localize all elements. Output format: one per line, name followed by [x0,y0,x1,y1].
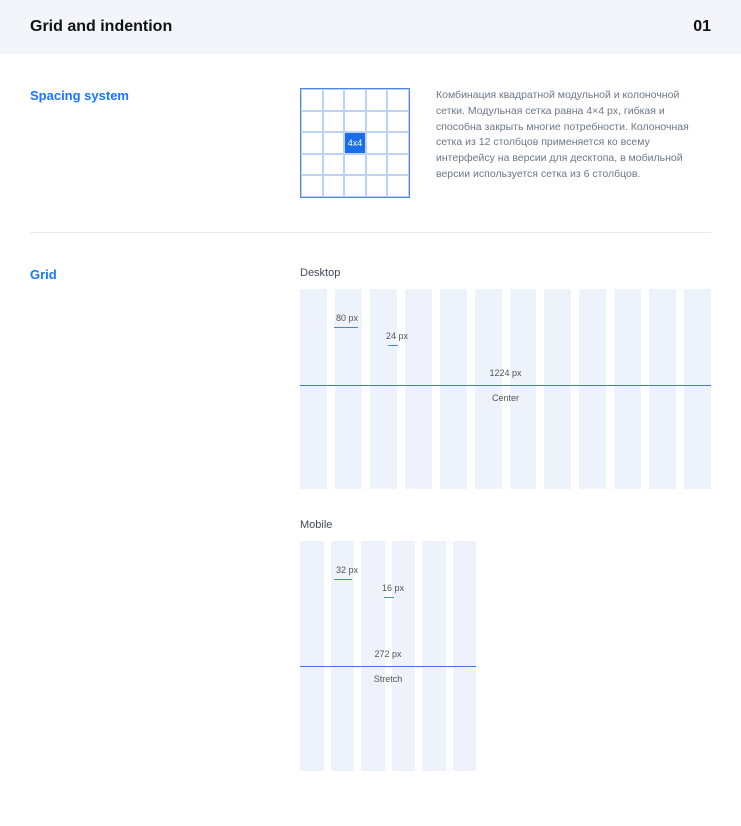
mobile-total: 272 px [374,649,401,659]
mobile-col-width: 32 px [336,565,358,575]
section-spacing: Spacing system 4x4 Комбинация квадратной… [0,54,741,232]
desktop-col-width: 80 px [336,313,358,323]
grid-desktop-visual: 4 px 80 px 24 px 1224 px Center [300,289,711,489]
grid-mobile: Mobile 4 px 32 px 16 px 272 px [300,519,711,771]
grid-desktop: Desktop 4 px 80 px 24 px 1224 px Cen [300,267,711,489]
grid-desktop-title: Desktop [300,267,711,279]
page-header: Grid and indention 01 [0,0,741,54]
desktop-gutter: 24 px [386,331,408,341]
desktop-align: Center [492,393,519,403]
mobile-gutter: 16 px [382,583,404,593]
page-title: Grid and indention [30,18,172,36]
section-label-spacing: Spacing system [30,88,270,198]
grid-mobile-title: Mobile [300,519,711,531]
spacing-grid-illustration: 4x4 [300,88,410,198]
section-label-grid: Grid [30,267,270,771]
page-number: 01 [693,18,711,36]
section-grid: Grid Desktop 4 px 80 px 24 px [30,232,711,805]
desktop-total: 1224 px [489,368,521,378]
spacing-description: Комбинация квадратной модульной и колоно… [436,88,711,198]
grid-mobile-visual: 4 px 32 px 16 px 272 px Stretch [300,541,476,771]
mobile-align: Stretch [374,674,403,684]
desktop-columns [300,289,711,489]
spacing-active-cell: 4x4 [344,132,366,154]
